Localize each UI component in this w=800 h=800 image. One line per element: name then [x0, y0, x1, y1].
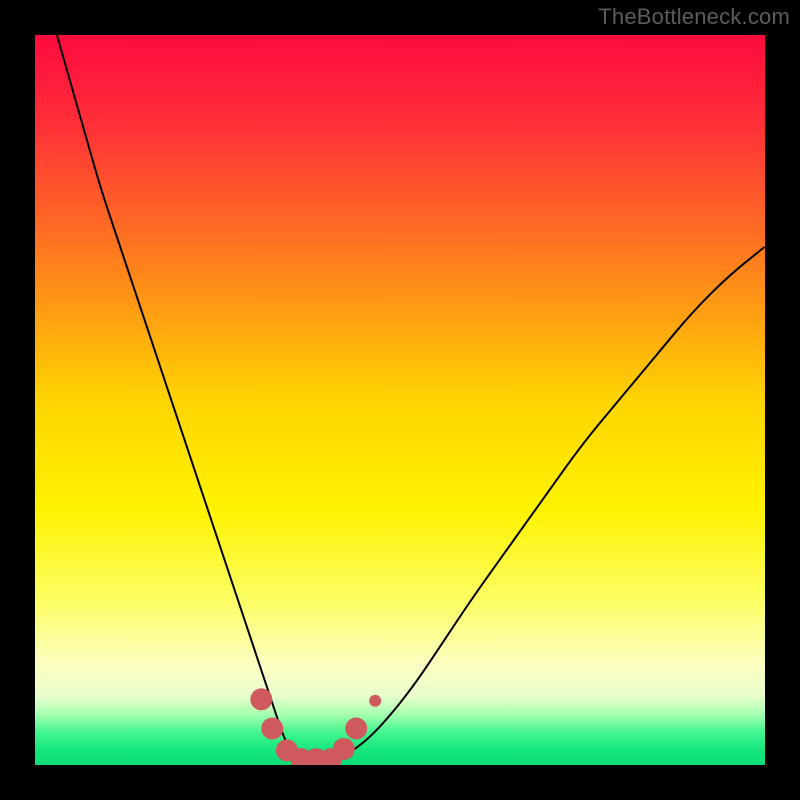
curve-marker — [345, 718, 367, 740]
bottleneck-chart — [35, 35, 765, 765]
chart-frame: TheBottleneck.com — [0, 0, 800, 800]
curve-marker — [369, 695, 381, 707]
curve-marker — [261, 718, 283, 740]
plot-area — [35, 35, 765, 765]
watermark-text: TheBottleneck.com — [598, 4, 790, 30]
curve-marker — [250, 688, 272, 710]
curve-marker — [333, 738, 355, 760]
gradient-background — [35, 35, 765, 765]
